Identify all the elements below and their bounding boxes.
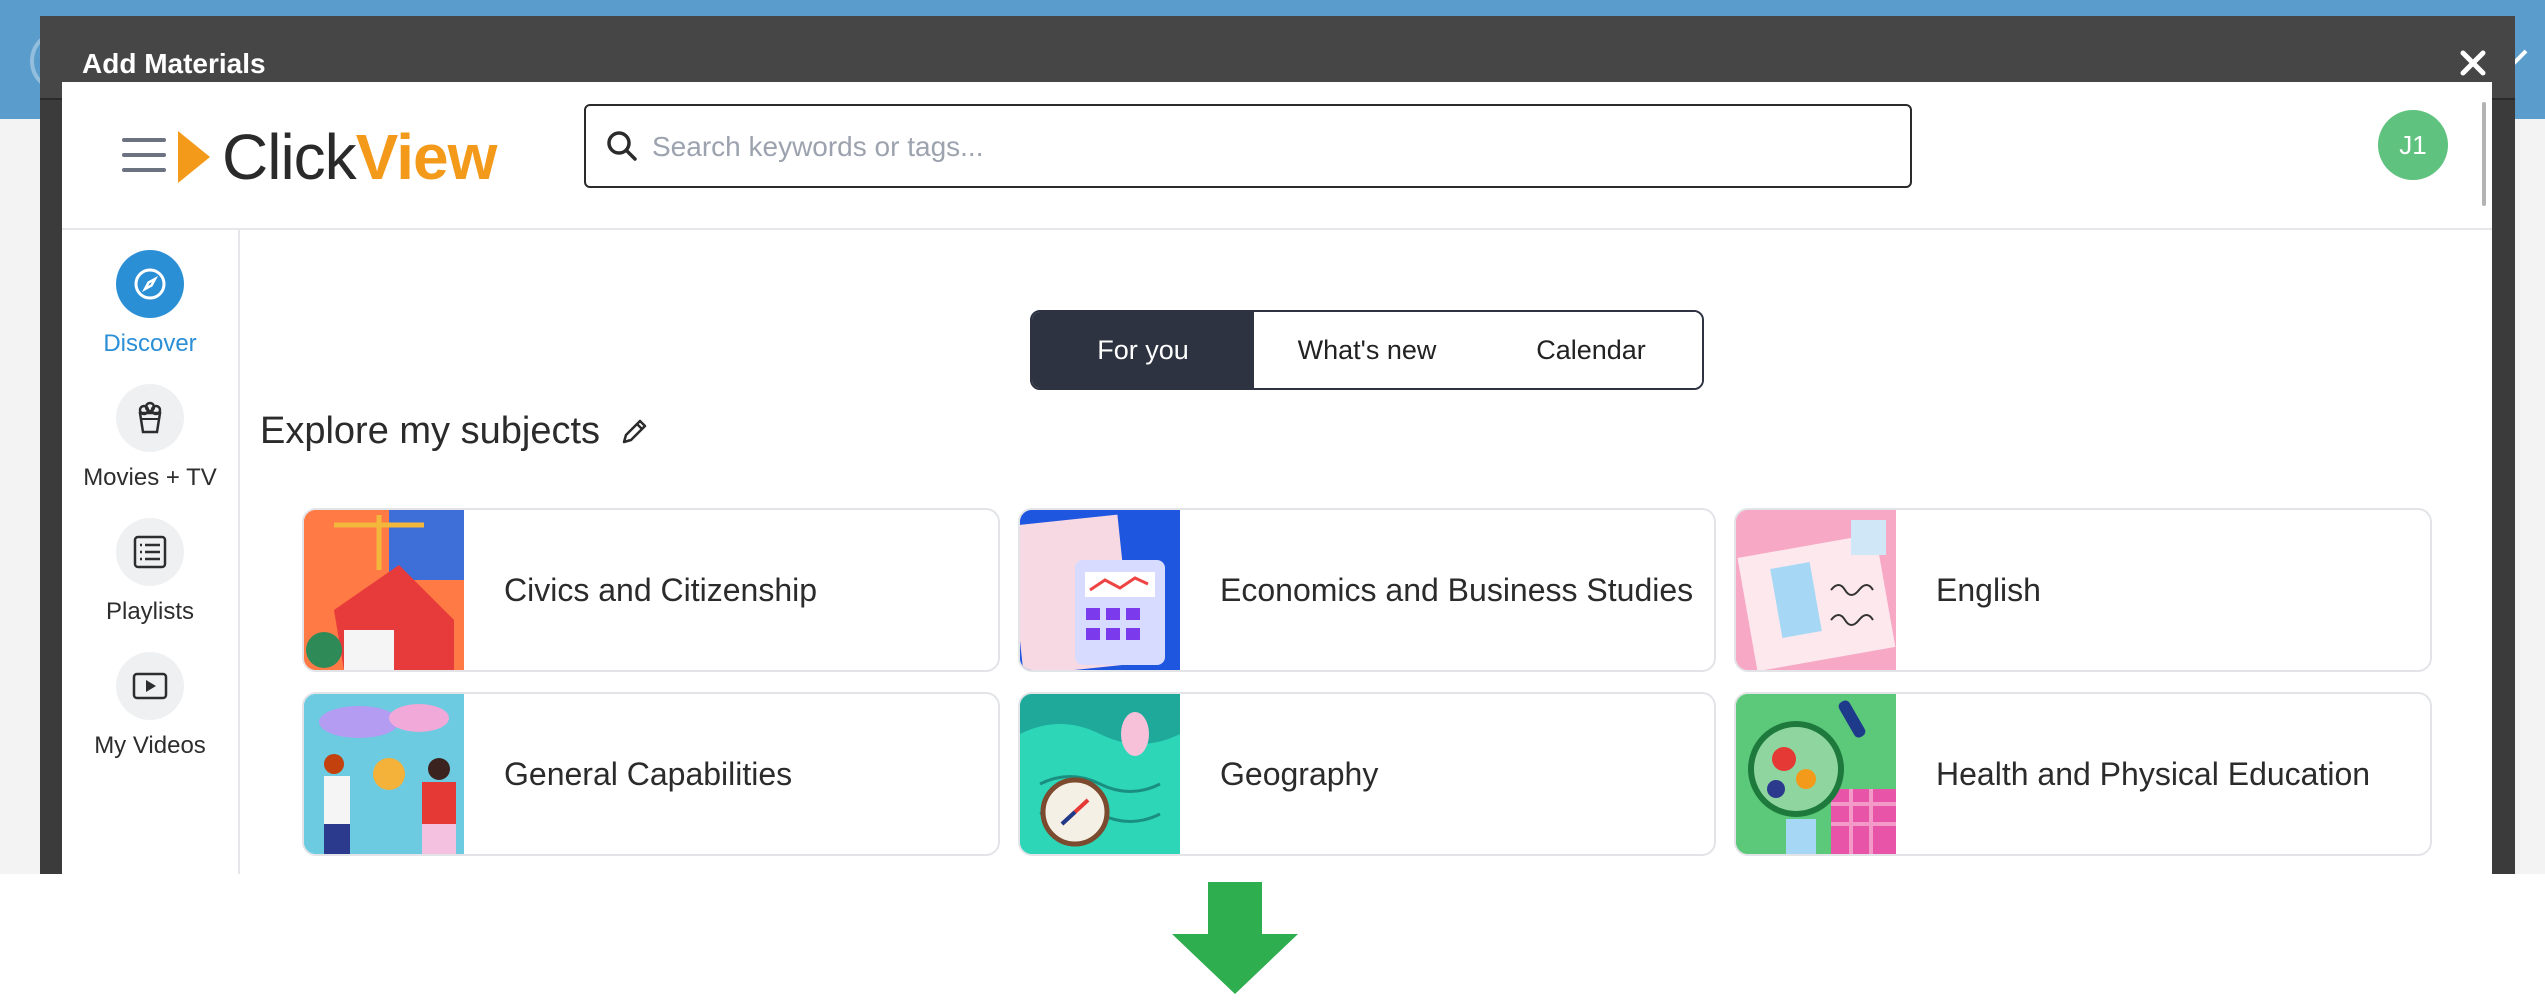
avatar[interactable]: J1	[2378, 110, 2448, 180]
popcorn-icon	[116, 384, 184, 452]
economics-thumbnail	[1020, 510, 1180, 670]
tab-calendar[interactable]: Calendar	[1480, 312, 1702, 388]
general-capabilities-thumbnail	[304, 694, 464, 854]
section-title: Explore my subjects	[260, 410, 601, 452]
subject-card-general-capabilities[interactable]: General Capabilities	[302, 692, 1000, 856]
scrollbar[interactable]	[2482, 102, 2486, 206]
embedded-app-frame: ClickView J1 Discover	[62, 82, 2492, 874]
logo-text-click: Click	[222, 121, 357, 193]
health-pe-thumbnail	[1736, 694, 1896, 854]
geography-thumbnail	[1020, 694, 1180, 854]
hamburger-menu-icon[interactable]	[122, 138, 166, 174]
subject-label: Economics and Business Studies	[1220, 571, 1694, 608]
video-icon	[116, 652, 184, 720]
subject-label: Geography	[1220, 755, 1379, 792]
sidebar-item-label: Movies + TV	[83, 464, 217, 491]
modal-title: Add Materials	[82, 48, 266, 79]
playlist-icon	[116, 518, 184, 586]
section-heading: Explore my subjects	[260, 410, 650, 453]
sidebar-item-label: Discover	[103, 330, 197, 357]
app-header: ClickView J1	[62, 82, 2492, 230]
search-input[interactable]	[650, 106, 1894, 188]
subject-card-health-pe[interactable]: Health and Physical Education	[1734, 692, 2432, 856]
subject-card-civics[interactable]: Civics and Citizenship	[302, 508, 1000, 672]
subject-card-geography[interactable]: Geography	[1018, 692, 1716, 856]
search-bar[interactable]	[584, 104, 1912, 188]
content-tabs: For you What's new Calendar	[1030, 310, 1704, 390]
sidebar-item-movies-tv[interactable]: Movies + TV	[62, 384, 238, 492]
subject-label: English	[1936, 571, 2041, 608]
arrow-down-icon	[1172, 882, 1298, 994]
close-icon[interactable]	[2453, 43, 2493, 83]
sidebar-item-my-videos[interactable]: My Videos	[62, 652, 238, 760]
subject-label: General Capabilities	[504, 755, 793, 792]
subject-label: Civics and Citizenship	[504, 571, 818, 608]
play-logo-icon	[178, 131, 210, 183]
edit-pencil-icon[interactable]	[618, 416, 650, 448]
sidebar: Discover Movies + TV Playlists My Videos	[62, 230, 240, 874]
subject-card-english[interactable]: English	[1734, 508, 2432, 672]
compass-icon	[116, 250, 184, 318]
clickview-logo[interactable]: Click View	[178, 121, 497, 193]
search-icon	[607, 131, 637, 161]
tab-whats-new[interactable]: What's new	[1254, 312, 1480, 388]
sidebar-item-label: Playlists	[105, 598, 195, 625]
sidebar-item-label: My Videos	[94, 732, 206, 759]
sidebar-item-playlists[interactable]: Playlists	[62, 518, 238, 626]
subject-card-economics[interactable]: Economics and Business Studies	[1018, 508, 1716, 672]
english-thumbnail	[1736, 510, 1896, 670]
subject-label: Health and Physical Education	[1936, 755, 2371, 792]
tab-for-you[interactable]: For you	[1032, 312, 1254, 388]
sidebar-item-discover[interactable]: Discover	[62, 250, 238, 358]
civics-thumbnail	[304, 510, 464, 670]
logo-text-view: View	[355, 121, 498, 193]
